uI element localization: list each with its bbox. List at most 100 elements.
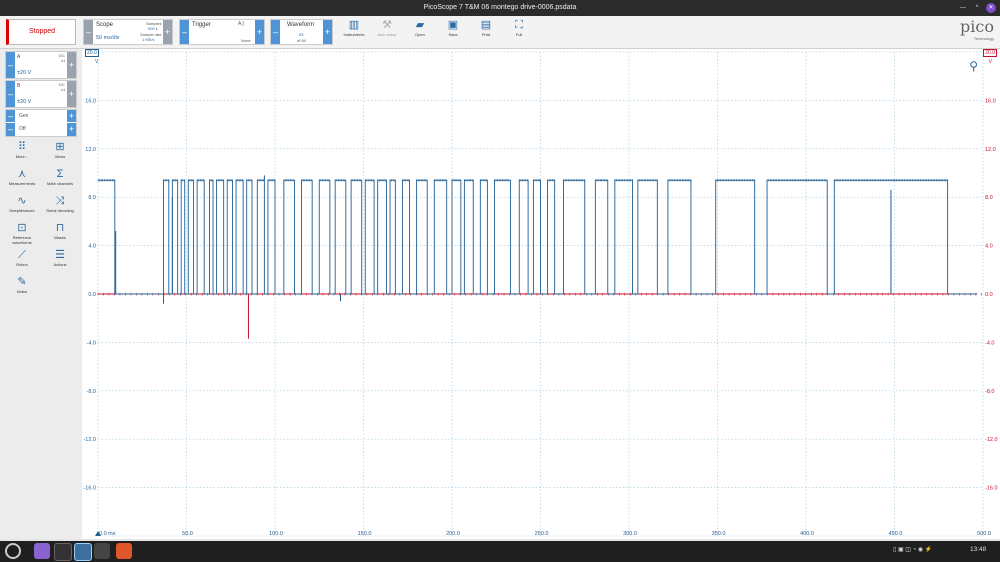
- waveform-prev-button[interactable]: –: [271, 20, 280, 44]
- channel-b-probe[interactable]: x1: [61, 87, 65, 92]
- gen-state[interactable]: Off: [19, 126, 26, 132]
- masks-icon: ⊓: [55, 222, 65, 234]
- y-tick-label-right: -12.0: [985, 437, 998, 443]
- oscilloscope-chart[interactable]: 0.0 ms 50.0 100.0 150.0 200.0 250.0 300.0 350.0…: [82, 49, 1000, 539]
- tool-serial-decoding[interactable]: ⤨ Serial decoding: [42, 195, 78, 221]
- sample-rate-value[interactable]: 1 MS/s: [142, 37, 154, 42]
- tool-rulers[interactable]: ⟋ Rulers: [4, 249, 40, 275]
- trigger-plus-button[interactable]: +: [255, 20, 264, 44]
- samples-value[interactable]: 500 k: [148, 26, 158, 31]
- right-range-box[interactable]: 20.0: [983, 49, 997, 57]
- open-button[interactable]: ▰ Open: [405, 19, 435, 45]
- save-button[interactable]: ▣ Save: [438, 19, 468, 45]
- reference-icon: ⊡: [17, 222, 27, 234]
- actions-icon: ☰: [55, 249, 65, 261]
- window-title: PicoScope 7 T&M 06 montego drive-0006.ps…: [423, 4, 577, 11]
- channel-a-probe[interactable]: x1: [61, 58, 65, 63]
- tool-more[interactable]: ⠿ More...: [4, 141, 40, 167]
- tool-deepmeasure[interactable]: ∿ DeepMeasure: [4, 195, 40, 221]
- views-icon: ⊞: [55, 141, 65, 153]
- tool-masks-label: Masks: [54, 235, 66, 240]
- y-tick-label-left: -4.0: [87, 340, 96, 346]
- print-icon: ▤: [480, 19, 492, 31]
- system-tray-icons[interactable]: ▯ ▣ ◫ ◔ ◉ ⚡: [893, 546, 932, 553]
- sigma-icon: Σ: [56, 168, 64, 180]
- scope-title: Scope: [96, 22, 114, 28]
- x-tick-label: 500.0: [977, 531, 991, 537]
- instruments-label: Instruments: [343, 32, 365, 37]
- generator-panel[interactable]: – – Gen Off + +: [5, 109, 77, 137]
- file-manager-icon[interactable]: [34, 543, 50, 559]
- trigger-minus-button[interactable]: –: [180, 20, 189, 44]
- full-button[interactable]: ⛶ Full: [504, 19, 534, 45]
- channel-b-panel[interactable]: – B DC x1 ±20 V +: [5, 80, 77, 108]
- scope-plus-button[interactable]: +: [163, 20, 172, 44]
- stop-button[interactable]: Stopped: [6, 19, 76, 45]
- channel-b-minus-button[interactable]: –: [6, 81, 15, 107]
- y-tick-label-left: 4.0: [88, 244, 96, 250]
- scope-group: – Scope 50 ms/div Samples 500 k Sample r…: [83, 19, 173, 45]
- tool-measurements[interactable]: ⋏ Measurements: [4, 168, 40, 194]
- deepmeasure-icon: ∿: [17, 195, 27, 207]
- channel-a-panel[interactable]: – A DC x1 ±20 V +: [5, 51, 77, 79]
- trigger-mode[interactable]: None: [241, 38, 251, 43]
- y-tick-label-left: 12.0: [85, 147, 96, 153]
- scope-view[interactable]: 0.0 ms 50.0 100.0 150.0 200.0 250.0 300.0 350.0…: [82, 49, 1000, 539]
- channel-b-range[interactable]: ±20 V: [17, 99, 31, 105]
- tool-reference-waveforms[interactable]: ⊡ Reference waveforms: [4, 222, 40, 248]
- taskbar: ▯ ▣ ◫ ◔ ◉ ⚡ 13:48: [0, 541, 1000, 562]
- scope-minus-button[interactable]: –: [84, 20, 93, 44]
- window-switch-icon[interactable]: [94, 543, 110, 559]
- x-tick-label: 300.0: [623, 531, 637, 537]
- x-tick-label: 200.0: [446, 531, 460, 537]
- gen-off-minus-button[interactable]: –: [6, 123, 15, 136]
- x-tick-label: 0.0 ms: [99, 531, 116, 537]
- gen-plus-button[interactable]: +: [67, 110, 76, 122]
- y-tick-label-right: -4.0: [985, 340, 994, 346]
- instruments-button[interactable]: ▥ Instruments: [339, 19, 369, 45]
- waveform-next-button[interactable]: +: [323, 20, 332, 44]
- y-tick-label-left: 8.0: [88, 195, 96, 201]
- tool-rulers-label: Rulers: [16, 262, 28, 267]
- waveform-total: of 64: [297, 38, 306, 43]
- maximize-icon[interactable]: ^: [972, 3, 982, 13]
- tool-math-channels[interactable]: Σ Math channels: [42, 168, 78, 194]
- tool-views[interactable]: ⊞ Views: [42, 141, 78, 167]
- waveform-current[interactable]: 53: [299, 32, 303, 37]
- print-label: Print: [481, 32, 491, 37]
- browser-icon[interactable]: [116, 543, 132, 559]
- y-tick-label-right: -8.0: [985, 389, 994, 395]
- tool-notes[interactable]: ✎ Notes: [4, 276, 40, 302]
- trigger-group: – Trigger A ʃ None +: [179, 19, 265, 45]
- left-range-box[interactable]: 20.0: [85, 49, 99, 57]
- gen-minus-button[interactable]: –: [6, 110, 15, 122]
- terminal-icon[interactable]: [54, 543, 72, 561]
- series-a-line: [98, 179, 977, 295]
- serial-icon: ⤨: [55, 195, 65, 207]
- tool-masks[interactable]: ⊓ Masks: [42, 222, 78, 248]
- print-button[interactable]: ▤ Print: [471, 19, 501, 45]
- channel-a-plus-button[interactable]: +: [67, 52, 76, 78]
- timebase-value[interactable]: 50 ms/div: [96, 35, 120, 41]
- start-menu-icon[interactable]: [5, 543, 21, 559]
- zoom-icon[interactable]: ⚲: [969, 59, 978, 73]
- y-tick-label-right: 8.0: [985, 195, 993, 201]
- auto-setup-button[interactable]: ⚒ Auto setup: [372, 19, 402, 45]
- trigger-edge-icon[interactable]: A ʃ: [238, 21, 244, 27]
- minimize-icon[interactable]: —: [958, 3, 968, 13]
- y-tick-label-left: -8.0: [87, 389, 96, 395]
- auto-setup-label: Auto setup: [377, 32, 397, 37]
- picoscope-task-icon[interactable]: [74, 543, 92, 561]
- channel-a-minus-button[interactable]: –: [6, 52, 15, 78]
- fullscreen-icon: ⛶: [515, 19, 523, 31]
- close-icon[interactable]: ✕: [986, 3, 996, 13]
- channel-a-name: A: [17, 54, 21, 60]
- clock[interactable]: 13:48: [970, 546, 986, 553]
- gen-off-plus-button[interactable]: +: [67, 123, 76, 136]
- channel-b-plus-button[interactable]: +: [67, 81, 76, 107]
- channel-a-range[interactable]: ±20 V: [17, 70, 31, 76]
- folder-icon: ▰: [415, 19, 425, 31]
- tool-actions[interactable]: ☰ Actions: [42, 249, 78, 275]
- left-unit: V: [95, 59, 99, 65]
- x-tick-label: 400.0: [800, 531, 814, 537]
